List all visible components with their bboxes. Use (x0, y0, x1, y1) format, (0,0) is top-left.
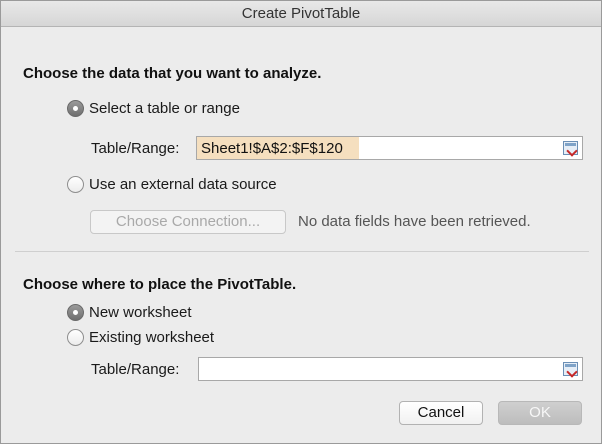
destination-range-field[interactable] (198, 357, 583, 381)
destination-range-input[interactable] (199, 358, 549, 380)
source-range-input[interactable] (197, 137, 359, 159)
radio-new-worksheet[interactable]: New worksheet (67, 304, 192, 321)
destination-heading: Choose where to place the PivotTable. (23, 276, 297, 293)
range-select-icon[interactable] (563, 141, 578, 155)
choose-connection-button[interactable]: Choose Connection... (90, 210, 286, 234)
connection-status-text: No data fields have been retrieved. (298, 213, 531, 230)
radio-select-table-range[interactable]: Select a table or range (67, 100, 240, 117)
radio-external-data-source[interactable]: Use an external data source (67, 176, 277, 193)
range-select-icon[interactable] (563, 362, 578, 376)
destination-range-label: Table/Range: (91, 361, 180, 378)
radio-button-selected[interactable] (67, 100, 84, 117)
radio-button-unselected[interactable] (67, 176, 84, 193)
radio-button-selected[interactable] (67, 304, 84, 321)
ok-button[interactable]: OK (498, 401, 582, 425)
source-range-field[interactable] (196, 136, 583, 160)
source-range-label: Table/Range: (91, 140, 180, 157)
source-heading: Choose the data that you want to analyze… (23, 65, 322, 82)
radio-button-unselected[interactable] (67, 329, 84, 346)
section-divider (15, 251, 589, 252)
create-pivottable-dialog: Create PivotTable Choose the data that y… (0, 0, 602, 444)
dialog-title: Create PivotTable (1, 1, 601, 27)
radio-existing-worksheet[interactable]: Existing worksheet (67, 329, 214, 346)
cancel-button[interactable]: Cancel (399, 401, 483, 425)
radio-label-new-worksheet: New worksheet (89, 304, 192, 321)
radio-label-select-table-range: Select a table or range (89, 100, 240, 117)
radio-label-existing-worksheet: Existing worksheet (89, 329, 215, 346)
radio-label-external-data-source: Use an external data source (89, 176, 277, 193)
